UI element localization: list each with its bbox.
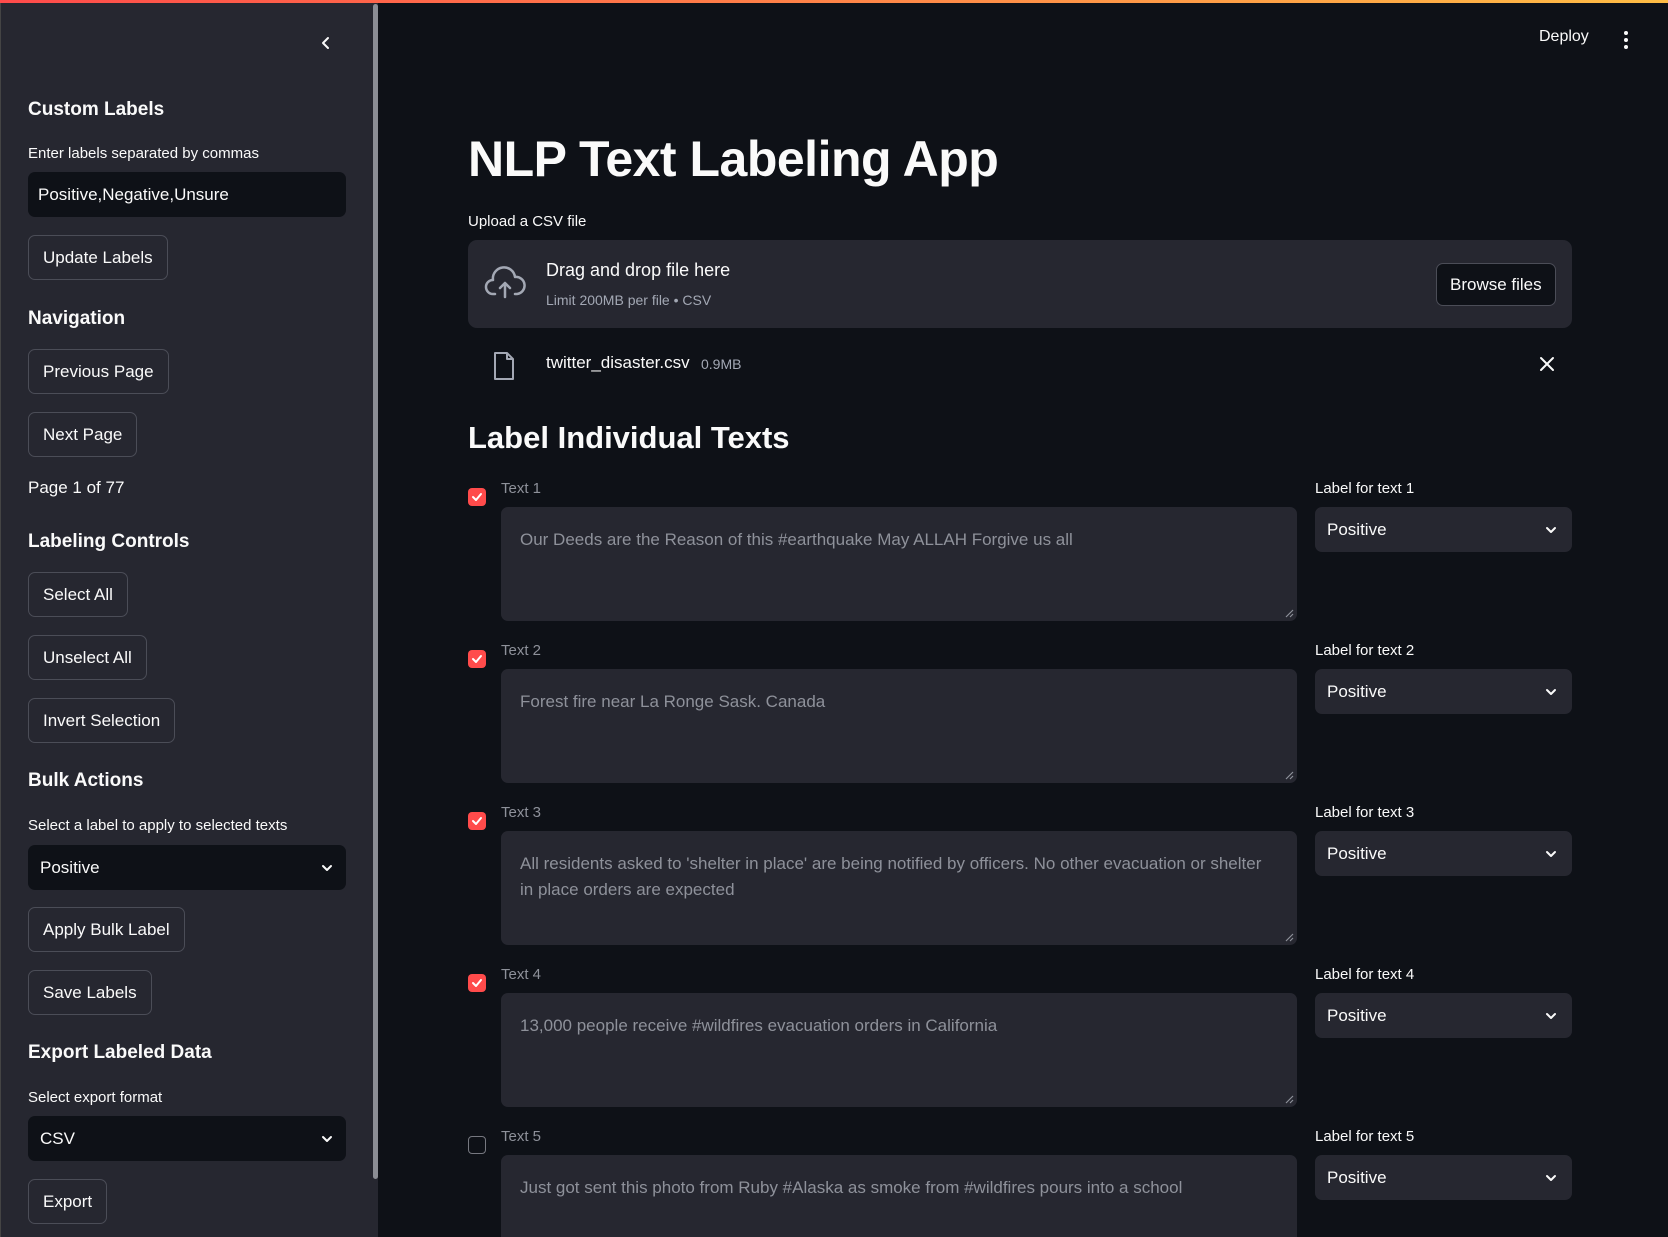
check-icon [472, 979, 482, 987]
text-row: Text 2 Forest fire near La Ronge Sask. C… [468, 642, 1572, 802]
bulk-actions-heading: Bulk Actions [28, 770, 144, 791]
text-row: Text 5 Just got sent this photo from Rub… [468, 1128, 1572, 1237]
chevron-down-icon [1546, 688, 1556, 695]
export-heading: Export Labeled Data [28, 1042, 212, 1063]
text-label: Text 5 [501, 1128, 542, 1145]
text-select-checkbox[interactable] [468, 974, 486, 992]
text-row: Text 3 All residents asked to 'shelter i… [468, 804, 1572, 964]
uploaded-file-name: twitter_disaster.csv [546, 353, 690, 372]
check-icon [472, 655, 482, 663]
text-area[interactable]: 13,000 people receive #wildfires evacuat… [501, 993, 1297, 1107]
save-labels-button[interactable]: Save Labels [28, 970, 152, 1015]
unselect-all-button[interactable]: Unselect All [28, 635, 147, 680]
label-select[interactable]: Positive [1315, 507, 1572, 552]
chevron-down-icon [1546, 1012, 1556, 1019]
bulk-label-select[interactable]: Positive [28, 845, 346, 890]
export-button[interactable]: Export [28, 1179, 108, 1224]
dropzone-subtitle: Limit 200MB per file • CSV [546, 292, 712, 308]
text-row: Text 1 Our Deeds are the Reason of this … [468, 480, 1572, 640]
file-icon [494, 352, 514, 380]
uploaded-file-size: 0.9MB [701, 356, 742, 372]
label-select[interactable]: Positive [1315, 831, 1572, 876]
uploaded-file-row: twitter_disaster.csv 0.9MB [468, 345, 1572, 385]
section-title: Label Individual Texts [468, 420, 790, 455]
resize-handle-icon[interactable] [1285, 933, 1294, 942]
label-select-value: Positive [1327, 1167, 1387, 1187]
text-content: Forest fire near La Ronge Sask. Canada [520, 692, 826, 711]
text-content: Just got sent this photo from Ruby #Alas… [520, 1178, 1183, 1197]
check-icon [472, 493, 482, 501]
text-content: Our Deeds are the Reason of this #earthq… [520, 530, 1073, 549]
export-format-select-value: CSV [40, 1128, 75, 1148]
text-label: Text 2 [501, 642, 542, 659]
text-area[interactable]: Our Deeds are the Reason of this #earthq… [501, 507, 1297, 621]
kebab-menu-icon[interactable] [1616, 28, 1636, 52]
invert-selection-button[interactable]: Invert Selection [28, 698, 176, 743]
apply-bulk-label-button[interactable]: Apply Bulk Label [28, 907, 185, 952]
export-format-select[interactable]: CSV [28, 1116, 346, 1161]
label-select-value: Positive [1327, 1005, 1387, 1025]
text-select-checkbox[interactable] [468, 812, 486, 830]
text-select-checkbox[interactable] [468, 488, 486, 506]
browse-files-button[interactable]: Browse files [1436, 263, 1556, 306]
labels-input[interactable] [28, 172, 346, 217]
labeling-controls-heading: Labeling Controls [28, 531, 190, 552]
label-select-label: Label for text 1 [1315, 480, 1415, 497]
label-select-label: Label for text 5 [1315, 1128, 1415, 1145]
text-content: All residents asked to 'shelter in place… [520, 854, 1262, 899]
text-label: Text 1 [501, 480, 542, 497]
next-page-button[interactable]: Next Page [28, 412, 138, 457]
main-content: Deploy NLP Text Labeling App Upload a CS… [378, 0, 1668, 1237]
chevron-left-icon [322, 37, 329, 49]
upload-label: Upload a CSV file [468, 213, 587, 230]
page-indicator: Page 1 of 77 [28, 478, 125, 497]
chevron-down-icon [1546, 526, 1556, 533]
chevron-down-icon [1546, 850, 1556, 857]
bulk-select-label: Select a label to apply to selected text… [28, 817, 288, 834]
page-title: NLP Text Labeling App [468, 131, 999, 187]
text-area[interactable]: All residents asked to 'shelter in place… [501, 831, 1297, 945]
text-label: Text 4 [501, 966, 542, 983]
text-content: 13,000 people receive #wildfires evacuat… [520, 1016, 998, 1035]
text-area[interactable]: Just got sent this photo from Ruby #Alas… [501, 1155, 1297, 1237]
dropzone-title: Drag and drop file here [546, 260, 731, 280]
resize-handle-icon[interactable] [1285, 1095, 1294, 1104]
resize-handle-icon[interactable] [1285, 609, 1294, 618]
check-icon [472, 817, 482, 825]
text-select-checkbox[interactable] [468, 1136, 486, 1154]
text-area[interactable]: Forest fire near La Ronge Sask. Canada [501, 669, 1297, 783]
resize-handle-icon[interactable] [1285, 771, 1294, 780]
file-dropzone[interactable]: Drag and drop file here Limit 200MB per … [468, 240, 1572, 328]
label-select-label: Label for text 3 [1315, 804, 1415, 821]
cloud-upload-icon [484, 266, 526, 299]
label-select-label: Label for text 4 [1315, 966, 1415, 983]
label-select[interactable]: Positive [1315, 669, 1572, 714]
label-select[interactable]: Positive [1315, 993, 1572, 1038]
update-labels-button[interactable]: Update Labels [28, 235, 168, 280]
label-select-value: Positive [1327, 843, 1387, 863]
label-select-value: Positive [1327, 681, 1387, 701]
bulk-label-select-value: Positive [40, 857, 100, 877]
previous-page-button[interactable]: Previous Page [28, 349, 169, 394]
chevron-down-icon [322, 1135, 332, 1142]
chevron-down-icon [322, 864, 332, 871]
navigation-heading: Navigation [28, 308, 126, 329]
export-format-label: Select export format [28, 1089, 163, 1106]
select-all-button[interactable]: Select All [28, 572, 128, 617]
label-select[interactable]: Positive [1315, 1155, 1572, 1200]
labels-input-label: Enter labels separated by commas [28, 145, 259, 162]
deploy-button[interactable]: Deploy [1539, 28, 1589, 46]
label-select-label: Label for text 2 [1315, 642, 1415, 659]
custom-labels-heading: Custom Labels [28, 99, 165, 120]
collapse-sidebar-button[interactable] [313, 30, 339, 56]
text-row: Text 4 13,000 people receive #wildfires … [468, 966, 1572, 1126]
text-select-checkbox[interactable] [468, 650, 486, 668]
top-decoration-bar [0, 0, 1668, 3]
sidebar: Custom Labels Enter labels separated by … [0, 0, 378, 1237]
chevron-down-icon [1546, 1174, 1556, 1181]
close-icon[interactable] [1536, 353, 1558, 375]
text-label: Text 3 [501, 804, 542, 821]
label-select-value: Positive [1327, 519, 1387, 539]
